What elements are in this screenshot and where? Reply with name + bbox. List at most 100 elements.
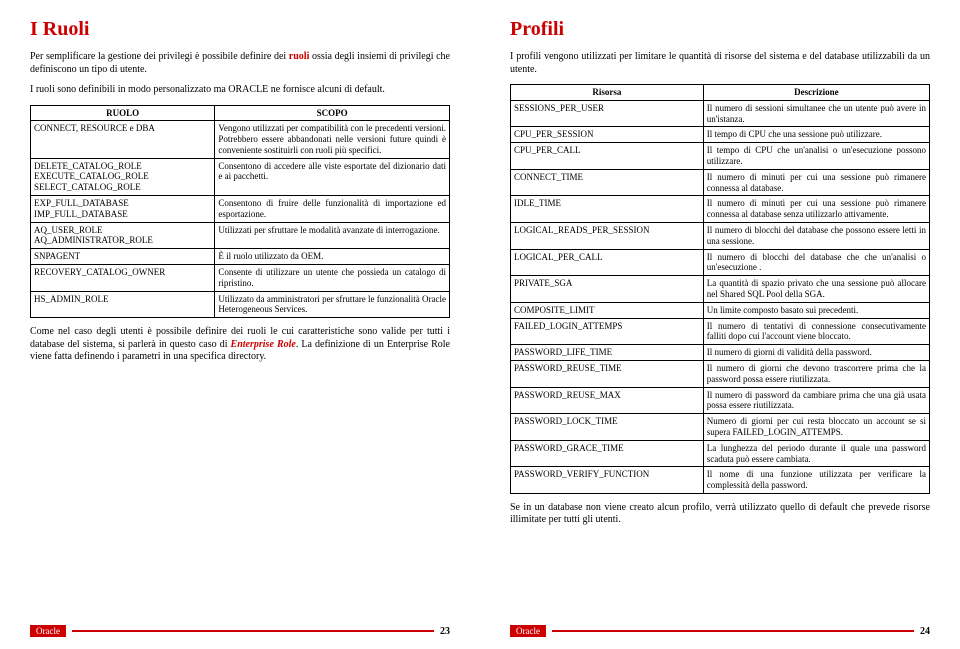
- table-header-row: Risorsa Descrizione: [511, 85, 930, 101]
- cell-key: PASSWORD_LOCK_TIME: [511, 414, 704, 441]
- table-row: LOGICAL_PER_CALLIl numero di blocchi del…: [511, 249, 930, 276]
- cell-value: Il nome di una funzione utilizzata per v…: [703, 467, 929, 494]
- cell-value: Il numero di minuti per cui una sessione…: [703, 169, 929, 196]
- para-profili-default: Se in un database non viene creato alcun…: [510, 502, 930, 527]
- cell-value: È il ruolo utilizzato da OEM.: [215, 249, 450, 265]
- footer-right: Oracle 24: [510, 625, 930, 637]
- cell-value: Un limite composto basato sui precedenti…: [703, 302, 929, 318]
- cell-value: Il tempo di CPU che un'analisi o un'esec…: [703, 143, 929, 170]
- table-header-row: RUOLO SCOPO: [31, 105, 450, 121]
- table-row: PASSWORD_LOCK_TIMENumero di giorni per c…: [511, 414, 930, 441]
- table-row: PASSWORD_VERIFY_FUNCTIONIl nome di una f…: [511, 467, 930, 494]
- cell-value: Consente di utilizzare un utente che pos…: [215, 265, 450, 292]
- emphasis-enterprise-role: Enterprise Role: [231, 339, 296, 350]
- page-left: I Ruoli Per semplificare la gestione dei…: [0, 0, 480, 649]
- cell-value: Vengono utilizzati per compatibilità con…: [215, 121, 450, 158]
- cell-value: La quantità di spazio privato che una se…: [703, 276, 929, 303]
- cell-key: COMPOSITE_LIMIT: [511, 302, 704, 318]
- cell-key: PASSWORD_LIFE_TIME: [511, 345, 704, 361]
- cell-value: Il numero di sessioni simultanee che un …: [703, 100, 929, 127]
- emphasis-ruoli: ruoli: [289, 51, 310, 62]
- table-row: DELETE_CATALOG_ROLE EXECUTE_CATALOG_ROLE…: [31, 158, 450, 195]
- table-row: PASSWORD_LIFE_TIMEIl numero di giorni di…: [511, 345, 930, 361]
- table-ruoli-body: CONNECT, RESOURCE e DBAVengono utilizzat…: [31, 121, 450, 318]
- cell-value: Il numero di blocchi del database che ch…: [703, 249, 929, 276]
- cell-key: PASSWORD_REUSE_TIME: [511, 360, 704, 387]
- cell-key: HS_ADMIN_ROLE: [31, 291, 215, 318]
- footer-page-number: 24: [920, 626, 930, 637]
- table-row: AQ_USER_ROLE AQ_ADMINISTRATOR_ROLEUtiliz…: [31, 222, 450, 249]
- cell-value: Il numero di giorni che devono trascorre…: [703, 360, 929, 387]
- th-scopo: SCOPO: [215, 105, 450, 121]
- cell-value: Consentono di accedere alle viste esport…: [215, 158, 450, 195]
- footer-label: Oracle: [510, 625, 546, 637]
- table-row: CPU_PER_SESSIONIl tempo di CPU che una s…: [511, 127, 930, 143]
- cell-key: PASSWORD_REUSE_MAX: [511, 387, 704, 414]
- page-right: Profili I profili vengono utilizzati per…: [480, 0, 960, 649]
- cell-key: AQ_USER_ROLE AQ_ADMINISTRATOR_ROLE: [31, 222, 215, 249]
- table-row: PRIVATE_SGALa quantità di spazio privato…: [511, 276, 930, 303]
- table-row: EXP_FULL_DATABASE IMP_FULL_DATABASEConse…: [31, 196, 450, 223]
- cell-key: CONNECT_TIME: [511, 169, 704, 196]
- table-row: CONNECT_TIMEIl numero di minuti per cui …: [511, 169, 930, 196]
- table-profili-body: SESSIONS_PER_USERIl numero di sessioni s…: [511, 100, 930, 493]
- para-profili-intro: I profili vengono utilizzati per limitar…: [510, 51, 930, 76]
- table-row: PASSWORD_REUSE_TIMEIl numero di giorni c…: [511, 360, 930, 387]
- table-row: CPU_PER_CALLIl tempo di CPU che un'anali…: [511, 143, 930, 170]
- cell-value: Utilizzati per sfruttare le modalità ava…: [215, 222, 450, 249]
- cell-key: CPU_PER_CALL: [511, 143, 704, 170]
- cell-value: Il numero di minuti per cui una sessione…: [703, 196, 929, 223]
- footer-bar: [552, 630, 914, 632]
- table-row: SESSIONS_PER_USERIl numero di sessioni s…: [511, 100, 930, 127]
- page-right-content: Profili I profili vengono utilizzati per…: [510, 18, 930, 625]
- cell-value: Il numero di giorni di validità della pa…: [703, 345, 929, 361]
- footer-label: Oracle: [30, 625, 66, 637]
- th-descrizione: Descrizione: [703, 85, 929, 101]
- th-ruolo: RUOLO: [31, 105, 215, 121]
- table-row: SNPAGENTÈ il ruolo utilizzato da OEM.: [31, 249, 450, 265]
- table-profili: Risorsa Descrizione SESSIONS_PER_USERIl …: [510, 84, 930, 494]
- cell-key: PRIVATE_SGA: [511, 276, 704, 303]
- th-risorsa: Risorsa: [511, 85, 704, 101]
- table-row: FAILED_LOGIN_ATTEMPSIl numero di tentati…: [511, 318, 930, 345]
- table-row: COMPOSITE_LIMITUn limite composto basato…: [511, 302, 930, 318]
- cell-key: PASSWORD_GRACE_TIME: [511, 440, 704, 467]
- cell-key: CPU_PER_SESSION: [511, 127, 704, 143]
- para-ruoli-default: I ruoli sono definibili in modo personal…: [30, 84, 450, 97]
- footer-left: Oracle 23: [30, 625, 450, 637]
- table-row: RECOVERY_CATALOG_OWNERConsente di utiliz…: [31, 265, 450, 292]
- footer-bar: [72, 630, 434, 632]
- text: Per semplificare la gestione dei privile…: [30, 51, 289, 62]
- cell-key: SNPAGENT: [31, 249, 215, 265]
- cell-key: SESSIONS_PER_USER: [511, 100, 704, 127]
- cell-key: IDLE_TIME: [511, 196, 704, 223]
- table-row: LOGICAL_READS_PER_SESSIONIl numero di bl…: [511, 222, 930, 249]
- cell-key: CONNECT, RESOURCE e DBA: [31, 121, 215, 158]
- cell-key: LOGICAL_READS_PER_SESSION: [511, 222, 704, 249]
- para-ruoli-intro: Per semplificare la gestione dei privile…: [30, 51, 450, 76]
- heading-ruoli: I Ruoli: [30, 18, 450, 41]
- table-row: IDLE_TIMEIl numero di minuti per cui una…: [511, 196, 930, 223]
- cell-value: Il numero di blocchi del database che po…: [703, 222, 929, 249]
- cell-key: RECOVERY_CATALOG_OWNER: [31, 265, 215, 292]
- footer-page-number: 23: [440, 626, 450, 637]
- cell-value: Il numero di tentativi di connessione co…: [703, 318, 929, 345]
- table-row: PASSWORD_REUSE_MAXIl numero di password …: [511, 387, 930, 414]
- cell-value: Numero di giorni per cui resta bloccato …: [703, 414, 929, 441]
- para-enterprise-role: Come nel caso degli utenti è possibile d…: [30, 326, 450, 364]
- table-ruoli: RUOLO SCOPO CONNECT, RESOURCE e DBAVengo…: [30, 105, 450, 319]
- cell-value: Il numero di password da cambiare prima …: [703, 387, 929, 414]
- heading-profili: Profili: [510, 18, 930, 41]
- cell-value: Il tempo di CPU che una sessione può uti…: [703, 127, 929, 143]
- cell-key: EXP_FULL_DATABASE IMP_FULL_DATABASE: [31, 196, 215, 223]
- table-row: HS_ADMIN_ROLEUtilizzato da amministrator…: [31, 291, 450, 318]
- table-row: PASSWORD_GRACE_TIMELa lunghezza del peri…: [511, 440, 930, 467]
- cell-key: PASSWORD_VERIFY_FUNCTION: [511, 467, 704, 494]
- cell-key: DELETE_CATALOG_ROLE EXECUTE_CATALOG_ROLE…: [31, 158, 215, 195]
- cell-value: Utilizzato da amministratori per sfrutta…: [215, 291, 450, 318]
- cell-key: LOGICAL_PER_CALL: [511, 249, 704, 276]
- cell-value: La lunghezza del periodo durante il qual…: [703, 440, 929, 467]
- cell-value: Consentono di fruire delle funzionalità …: [215, 196, 450, 223]
- page-left-content: I Ruoli Per semplificare la gestione dei…: [30, 18, 450, 625]
- cell-key: FAILED_LOGIN_ATTEMPS: [511, 318, 704, 345]
